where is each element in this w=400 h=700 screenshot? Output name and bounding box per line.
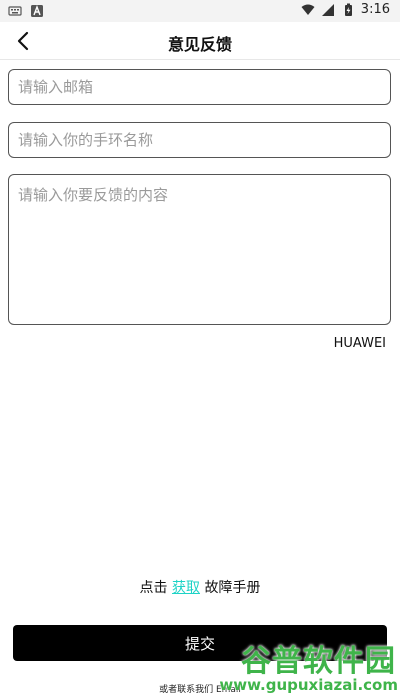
wifi-icon bbox=[301, 4, 315, 15]
submit-button[interactable]: 提交 bbox=[13, 625, 387, 661]
device-name-label: HUAWEI bbox=[333, 336, 386, 351]
get-manual-link[interactable]: 获取 bbox=[172, 580, 200, 596]
feedback-content-textarea[interactable] bbox=[8, 174, 391, 325]
page-title: 意见反馈 bbox=[167, 35, 232, 54]
status-bar: 3:16 bbox=[0, 0, 400, 22]
signal-icon bbox=[321, 3, 334, 16]
app-notification-icon bbox=[31, 5, 43, 17]
status-time: 3:16 bbox=[360, 2, 390, 17]
manual-line: 点击 获取 故障手册 bbox=[0, 577, 400, 597]
email-input[interactable] bbox=[8, 69, 391, 105]
app-bar: 意见反馈 bbox=[0, 22, 400, 60]
manual-suffix: 故障手册 bbox=[204, 580, 261, 596]
contact-email-text: 或者联系我们 Email bbox=[159, 685, 241, 695]
status-left bbox=[8, 4, 44, 18]
band-name-input[interactable] bbox=[8, 122, 391, 158]
status-right: 3:16 bbox=[301, 2, 390, 17]
keyboard-icon bbox=[8, 6, 22, 16]
battery-charging-icon bbox=[344, 3, 352, 16]
manual-prefix: 点击 bbox=[139, 580, 168, 596]
